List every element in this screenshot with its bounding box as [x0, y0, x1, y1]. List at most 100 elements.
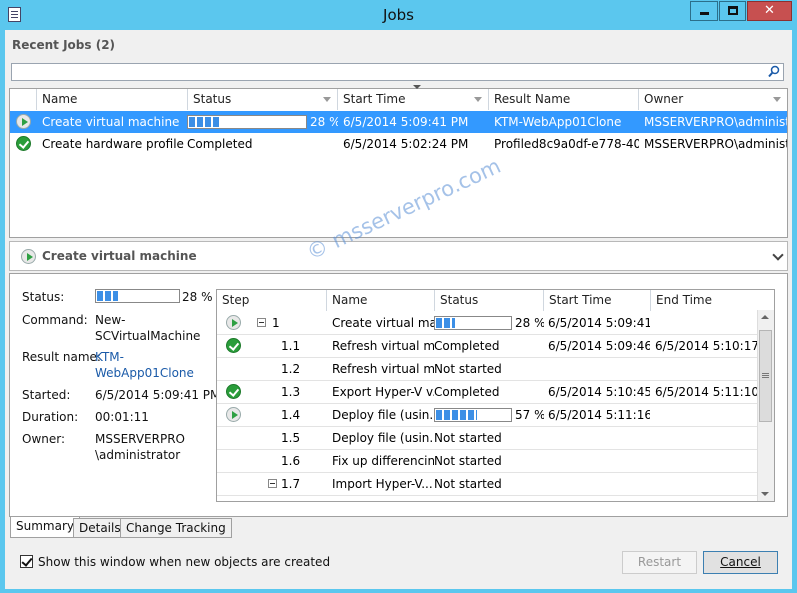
- result-name-link-line-2[interactable]: WebApp01Clone: [95, 366, 194, 380]
- step-row[interactable]: 1 Create virtual ma... 28 % 6/5/2014 5:09:4…: [217, 312, 760, 335]
- job-result-name: Profiled8c9a0df-e778-40f...: [494, 137, 639, 151]
- started-value: 6/5/2014 5:09:41 PM: [95, 388, 221, 402]
- step-name: Create virtual ma...: [332, 316, 434, 330]
- step-name: Refresh virtual m...: [332, 339, 434, 353]
- jobs-grid-header: Name Status Start Time Result Name Owner: [10, 85, 787, 110]
- column-header-start-time[interactable]: Start Time: [544, 290, 651, 311]
- step-status: Not started: [434, 431, 502, 445]
- step-number: 1.3: [281, 385, 301, 399]
- step-progress-bar: [434, 316, 512, 330]
- job-result-name: KTM-WebApp01Clone: [494, 115, 622, 129]
- step-start-time: [548, 473, 650, 495]
- step-number: 1.4: [281, 408, 301, 422]
- maximize-icon: [727, 6, 738, 15]
- steps-grid-header: Step Name Status Start Time End Time: [217, 290, 774, 311]
- step-end-time: [655, 404, 758, 426]
- step-row[interactable]: 1.2 Refresh virtual m...Not started: [217, 358, 760, 381]
- step-status: Not started: [434, 477, 502, 491]
- running-icon: [16, 114, 31, 129]
- column-header-status[interactable]: Status: [435, 290, 544, 311]
- command-label: Command:: [22, 313, 88, 327]
- tab-summary[interactable]: Summary: [10, 517, 80, 538]
- step-end-time: [655, 450, 758, 472]
- progress-fill: [436, 318, 456, 328]
- job-row[interactable]: Create virtual machine 28 % 6/5/2014 5:0…: [10, 111, 787, 133]
- step-name: Refresh virtual m...: [332, 362, 434, 376]
- step-row[interactable]: 1.6 Fix up differencin...Not started: [217, 450, 760, 473]
- step-row[interactable]: 1.3 Export Hyper-V v... Completed 6/5/2014 …: [217, 381, 760, 404]
- running-icon: [226, 315, 241, 330]
- command-value-line-2: SCVirtualMachine: [95, 329, 201, 343]
- column-header-icon[interactable]: [10, 89, 37, 110]
- minimize-button[interactable]: [690, 1, 718, 21]
- step-row[interactable]: 1.7 Import Hyper-V... Not started: [217, 473, 760, 496]
- job-name: Create hardware profile: [42, 137, 184, 151]
- running-icon: [226, 407, 241, 422]
- search-input[interactable]: [11, 63, 784, 81]
- step-row[interactable]: 1.4 Deploy file (usin... 57 % 6/5/2014 5:11…: [217, 404, 760, 427]
- maximize-button[interactable]: [719, 1, 746, 21]
- step-name: Deploy file (usin...: [332, 431, 434, 445]
- job-start-time: 6/5/2014 5:02:24 PM: [343, 137, 469, 151]
- job-owner: MSSERVERPRO\administrator: [644, 137, 787, 151]
- column-header-name[interactable]: Name: [327, 290, 435, 311]
- steps-grid: Step Name Status Start Time End Time 1 Cr…: [216, 289, 775, 502]
- job-row[interactable]: Create hardware profile Completed 6/5/20…: [10, 133, 787, 155]
- collapse-icon[interactable]: [257, 318, 266, 327]
- step-row[interactable]: 1.5 Deploy file (usin... Not started: [217, 427, 760, 450]
- step-name: Fix up differencin...: [332, 454, 434, 468]
- step-progress-text: 57 %: [515, 408, 544, 422]
- step-progress-bar: [434, 408, 512, 422]
- completed-icon: [226, 338, 241, 353]
- column-header-result-name[interactable]: Result Name: [489, 89, 639, 110]
- completed-icon: [16, 136, 31, 151]
- step-row[interactable]: 1.1 Refresh virtual m...Completed 6/5/2014…: [217, 335, 760, 358]
- scrollbar-thumb[interactable]: [759, 330, 772, 422]
- tab-details[interactable]: Details: [73, 518, 127, 538]
- step-number: 1: [272, 316, 280, 330]
- progress-fill: [189, 117, 221, 127]
- owner-value-line-1: MSSERVERPRO: [95, 432, 185, 446]
- step-end-time: [655, 473, 758, 495]
- status-label: Status:: [22, 290, 65, 304]
- step-status: Completed: [434, 385, 500, 399]
- column-header-status[interactable]: Status: [188, 89, 338, 110]
- search-icon[interactable]: [768, 65, 780, 78]
- job-progress-text: 28 %: [310, 115, 338, 129]
- step-end-time: [655, 358, 758, 380]
- step-end-time: 6/5/2014 5:10:17...: [655, 339, 758, 353]
- scroll-down-icon[interactable]: [761, 492, 769, 496]
- tab-change-tracking[interactable]: Change Tracking: [120, 518, 232, 538]
- step-progress-text: 28 %: [515, 316, 544, 330]
- result-name-link[interactable]: KTM-: [95, 350, 124, 364]
- column-header-name[interactable]: Name: [37, 89, 188, 110]
- job-progress-bar: [187, 115, 307, 129]
- show-window-checkbox-label[interactable]: Show this window when new objects are cr…: [38, 555, 330, 569]
- collapse-icon[interactable]: [268, 479, 277, 488]
- started-label: Started:: [22, 388, 71, 402]
- chevron-down-icon: [323, 97, 331, 102]
- status-value: 28 %: [182, 290, 213, 304]
- close-button[interactable]: ✕: [747, 1, 792, 21]
- step-number: 1.2: [281, 362, 301, 376]
- column-header-step[interactable]: Step: [217, 290, 327, 311]
- minimize-icon: [699, 12, 709, 15]
- step-name: Export Hyper-V v...: [332, 385, 434, 399]
- column-header-end-time[interactable]: End Time: [651, 290, 774, 311]
- scroll-up-icon[interactable]: [761, 315, 769, 319]
- cancel-button[interactable]: Cancel: [703, 551, 778, 574]
- result-name-label: Result name:: [22, 350, 101, 364]
- window-title: Jobs: [383, 6, 414, 24]
- step-status: Completed: [434, 339, 500, 353]
- column-header-start-time[interactable]: Start Time: [338, 85, 489, 110]
- duration-label: Duration:: [22, 410, 79, 424]
- progress-fill: [436, 410, 478, 420]
- restart-button[interactable]: Restart: [622, 551, 697, 574]
- step-number: 1.5: [281, 431, 301, 445]
- column-header-owner[interactable]: Owner: [639, 89, 787, 110]
- step-status: Not started: [434, 454, 502, 468]
- step-start-time: [548, 427, 650, 449]
- status-progress-bar: [95, 289, 180, 303]
- show-window-checkbox[interactable]: [20, 555, 33, 568]
- owner-value-line-2: \administrator: [95, 448, 181, 462]
